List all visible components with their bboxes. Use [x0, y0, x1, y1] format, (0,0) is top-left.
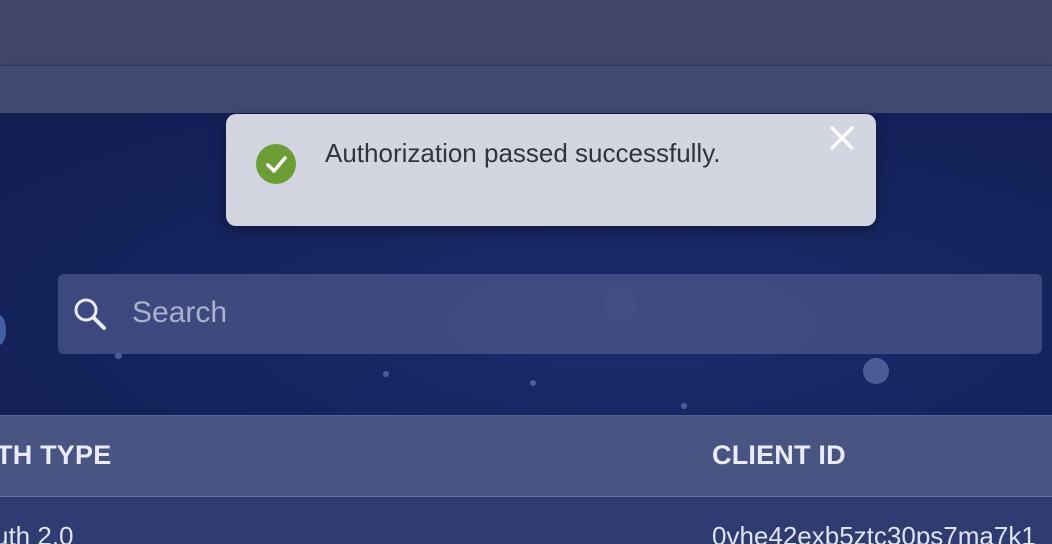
toast-message: Authorization passed successfully.: [325, 138, 721, 168]
column-header-client-id[interactable]: CLIENT ID: [712, 440, 846, 471]
success-toast: [226, 114, 876, 226]
column-header-auth-type[interactable]: TH TYPE: [0, 440, 111, 471]
check-circle-icon: [256, 144, 296, 184]
top-bar: [0, 0, 1052, 66]
search-icon: [74, 298, 106, 330]
search-input[interactable]: [132, 290, 1012, 336]
cell-auth-type: uth 2.0: [0, 521, 74, 544]
cell-client-id: 0vhe42exb5ztc30ps7ma7k1: [712, 521, 1036, 544]
sub-navigation-bar: [0, 66, 1052, 113]
table-header: [0, 415, 1052, 498]
close-icon[interactable]: [828, 124, 856, 152]
